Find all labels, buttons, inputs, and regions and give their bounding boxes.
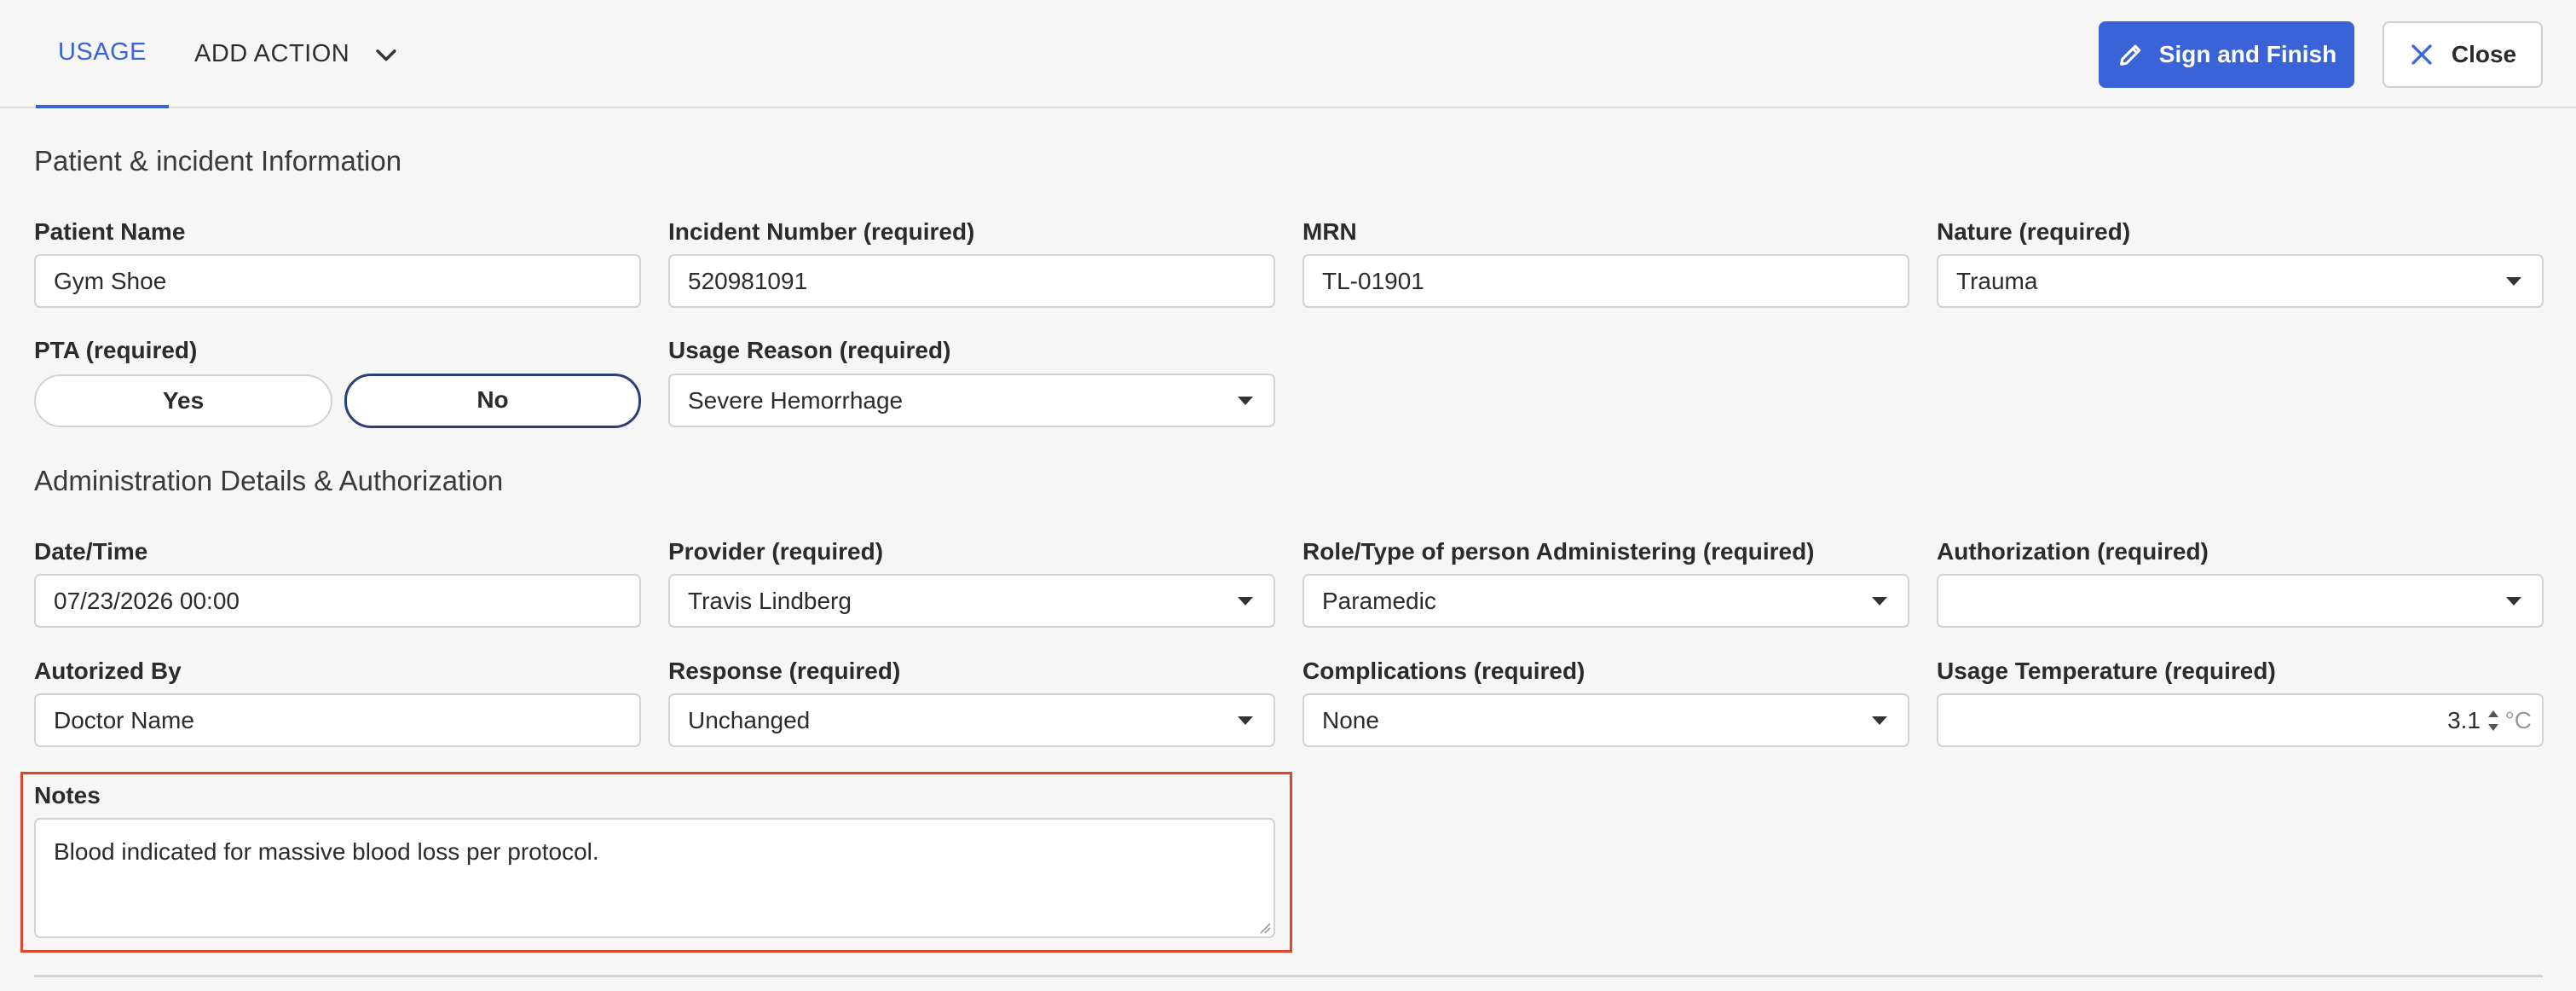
caret-down-icon bbox=[2506, 277, 2521, 286]
add-action-label: ADD ACTION bbox=[194, 40, 350, 67]
sign-and-finish-label: Sign and Finish bbox=[2158, 41, 2337, 67]
provider-select[interactable]: Travis Lindberg bbox=[668, 574, 1275, 628]
provider-label: Provider (required) bbox=[668, 538, 884, 565]
usage-temperature-label: Usage Temperature (required) bbox=[1937, 658, 2276, 684]
caret-down-icon bbox=[1238, 716, 1253, 725]
role-value: Paramedic bbox=[1322, 588, 1436, 614]
complications-value: None bbox=[1322, 707, 1379, 733]
authorization-label: Authorization (required) bbox=[1937, 538, 2209, 565]
response-label: Response (required) bbox=[668, 658, 901, 684]
caret-down-icon bbox=[1872, 597, 1887, 606]
usage-temperature-unit: °C bbox=[2504, 707, 2532, 733]
section-title-patient: Patient & incident Information bbox=[34, 145, 402, 177]
usage-reason-value: Severe Hemorrhage bbox=[688, 387, 904, 414]
nature-label: Nature (required) bbox=[1937, 218, 2131, 245]
authorized-by-input[interactable]: Doctor Name bbox=[34, 693, 641, 747]
usage-reason-select[interactable]: Severe Hemorrhage bbox=[668, 374, 1275, 427]
top-bar: USAGE ADD ACTION Sign and Finish Close bbox=[0, 0, 2576, 108]
usage-temperature-value: 3.1 bbox=[2447, 707, 2481, 733]
chevron-down-icon bbox=[376, 49, 396, 61]
bottom-divider bbox=[34, 975, 2543, 977]
complications-select[interactable]: None bbox=[1302, 693, 1909, 747]
notes-textarea[interactable]: Blood indicated for massive blood loss p… bbox=[34, 818, 1275, 938]
notes-label: Notes bbox=[34, 782, 101, 808]
caret-down-icon bbox=[1872, 716, 1887, 725]
close-label: Close bbox=[2451, 41, 2517, 67]
spinner-arrows-icon[interactable] bbox=[2487, 710, 2499, 732]
response-value: Unchanged bbox=[688, 707, 811, 733]
mrn-input[interactable]: TL-01901 bbox=[1302, 254, 1909, 308]
pta-label: PTA (required) bbox=[34, 337, 198, 363]
pen-icon bbox=[2119, 44, 2141, 66]
patient-name-input[interactable]: Gym Shoe bbox=[34, 254, 641, 308]
caret-down-icon bbox=[1238, 597, 1253, 606]
resize-handle-icon[interactable] bbox=[1257, 920, 1271, 934]
incident-number-input[interactable]: 520981091 bbox=[668, 254, 1275, 308]
role-select[interactable]: Paramedic bbox=[1302, 574, 1909, 628]
response-select[interactable]: Unchanged bbox=[668, 693, 1275, 747]
caret-down-icon bbox=[1238, 397, 1253, 405]
sign-and-finish-button[interactable]: Sign and Finish bbox=[2099, 21, 2354, 88]
authorization-select[interactable] bbox=[1937, 574, 2544, 628]
role-label: Role/Type of person Administering (requi… bbox=[1302, 538, 1815, 565]
date-time-label: Date/Time bbox=[34, 538, 148, 565]
pta-no-toggle[interactable]: No bbox=[344, 374, 641, 428]
close-button[interactable]: Close bbox=[2383, 21, 2543, 88]
section-title-administration: Administration Details & Authorization bbox=[34, 465, 504, 496]
usage-temperature-input[interactable]: 3.1 °C bbox=[1937, 693, 2544, 747]
incident-number-label: Incident Number (required) bbox=[668, 218, 975, 245]
date-time-input[interactable]: 07/23/2026 00:00 bbox=[34, 574, 641, 628]
patient-name-label: Patient Name bbox=[34, 218, 186, 245]
provider-value: Travis Lindberg bbox=[688, 588, 852, 614]
complications-label: Complications (required) bbox=[1302, 658, 1585, 684]
caret-down-icon bbox=[2506, 597, 2521, 606]
mrn-label: MRN bbox=[1302, 218, 1357, 245]
close-icon bbox=[2411, 44, 2432, 65]
notes-text: Blood indicated for massive blood loss p… bbox=[54, 838, 599, 865]
add-action-menu[interactable]: ADD ACTION bbox=[194, 0, 401, 108]
usage-reason-label: Usage Reason (required) bbox=[668, 337, 951, 363]
tab-usage[interactable]: USAGE bbox=[36, 0, 169, 108]
nature-select[interactable]: Trauma bbox=[1937, 254, 2544, 308]
authorized-by-label: Autorized By bbox=[34, 658, 182, 684]
pta-yes-toggle[interactable]: Yes bbox=[34, 374, 332, 427]
nature-value: Trauma bbox=[1956, 268, 2038, 294]
